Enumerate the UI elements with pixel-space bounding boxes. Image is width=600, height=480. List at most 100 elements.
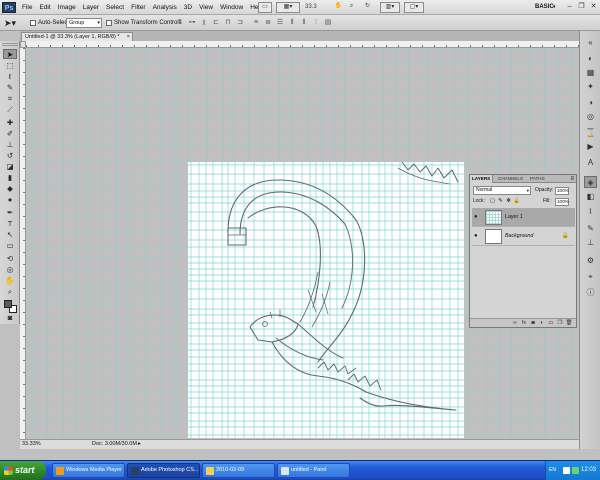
quick-selection-tool-icon[interactable]: ✎ xyxy=(3,83,17,93)
clone-source-panel-icon[interactable]: ⊥ xyxy=(584,237,597,249)
quick-mask-icon[interactable]: ◙ xyxy=(3,313,17,323)
menu-view[interactable]: View xyxy=(199,0,213,15)
task-paint[interactable]: untitled - Paint xyxy=(277,463,350,478)
delete-layer-icon[interactable]: 🗑 xyxy=(565,319,573,328)
crop-tool-icon[interactable]: ⌗ xyxy=(3,94,17,104)
pen-tool-icon[interactable]: ✒ xyxy=(3,208,17,218)
layer-row-layer-1[interactable]: ● Layer 1 xyxy=(472,208,575,227)
restore-icon[interactable]: ❐ xyxy=(576,2,587,12)
align-bottom-icon[interactable]: ⫫ xyxy=(199,18,209,28)
character-panel-icon[interactable]: A xyxy=(584,157,597,169)
menu-window[interactable]: Window xyxy=(220,0,243,15)
align-middle-icon[interactable]: ⊶ xyxy=(187,18,197,28)
align-right-icon[interactable]: ⊐ xyxy=(235,18,245,28)
actions-panel-icon[interactable]: ▶ xyxy=(584,141,597,153)
dodge-tool-icon[interactable]: ● xyxy=(3,195,17,205)
task-windows-media-player[interactable]: Windows Media Player xyxy=(52,463,125,478)
rotate-view-icon[interactable]: ↻ xyxy=(362,2,373,13)
document-image[interactable] xyxy=(188,162,464,438)
distribute-bottom-icon[interactable]: ☰ xyxy=(275,18,285,28)
opacity-input[interactable]: 100% xyxy=(555,187,569,195)
3d-rotate-tool-icon[interactable]: ⟲ xyxy=(3,254,17,264)
healing-brush-tool-icon[interactable]: ✚ xyxy=(3,118,17,128)
hand-tool-icon[interactable]: ✋ xyxy=(3,276,17,286)
auto-align-icon[interactable]: ▤ xyxy=(323,18,333,28)
language-indicator[interactable]: EN xyxy=(549,466,556,475)
eye-icon[interactable]: ● xyxy=(474,214,481,221)
tool-presets-panel-icon[interactable]: ⚙ xyxy=(584,255,597,267)
layers-panel-icon[interactable]: ◈ xyxy=(584,176,597,188)
tab-layers[interactable]: LAYERS xyxy=(470,175,494,183)
status-menu-arrow[interactable]: ▸ xyxy=(138,440,141,449)
task-folder[interactable]: 2010-02-09 xyxy=(202,463,275,478)
distribute-center-icon[interactable]: ⫴ xyxy=(299,18,309,28)
menu-filter[interactable]: Filter xyxy=(131,0,145,15)
channels-panel-icon[interactable]: ◧ xyxy=(584,191,597,203)
distribute-left-icon[interactable]: ⦀ xyxy=(287,18,297,28)
hand-tool-icon[interactable]: ✋ xyxy=(333,2,344,13)
masks-panel-icon[interactable]: ◎ xyxy=(584,111,597,123)
menu-edit[interactable]: Edit xyxy=(39,0,50,15)
lock-transparency-icon[interactable]: ▢ xyxy=(489,197,496,205)
new-group-icon[interactable]: ▭ xyxy=(547,319,555,328)
add-mask-icon[interactable]: ◙ xyxy=(529,319,537,328)
adjustment-layer-icon[interactable]: ◐ xyxy=(538,319,546,328)
status-zoom[interactable]: 33.33% xyxy=(22,440,41,449)
lock-all-icon[interactable]: 🔒 xyxy=(513,197,520,205)
swatches-panel-icon[interactable]: ▦ xyxy=(584,67,597,79)
adjustments-panel-icon[interactable]: ◑ xyxy=(584,97,597,109)
paths-panel-icon[interactable]: ⌇ xyxy=(584,206,597,218)
move-tool-preset-icon[interactable]: ➤▾ xyxy=(4,17,22,29)
horizontal-ruler[interactable] xyxy=(26,41,579,48)
distribute-middle-icon[interactable]: ≣ xyxy=(263,18,273,28)
tab-paths[interactable]: PATHS xyxy=(528,175,547,183)
menu-file[interactable]: File xyxy=(22,0,32,15)
zoom-tool-icon[interactable]: ⌕ xyxy=(346,2,357,13)
close-icon[interactable]: × xyxy=(127,33,130,41)
color-panel-icon[interactable]: ◐ xyxy=(584,53,597,65)
network-icon[interactable] xyxy=(572,467,579,474)
path-selection-tool-icon[interactable]: ↖ xyxy=(3,230,17,240)
info-panel-icon[interactable]: ⓘ xyxy=(584,287,597,299)
eraser-tool-icon[interactable]: ◪ xyxy=(3,162,17,172)
collapse-dock-icon[interactable]: « xyxy=(584,37,597,49)
lasso-tool-icon[interactable]: ℓ xyxy=(3,72,17,82)
zoom-tool-icon[interactable]: ⌕ xyxy=(3,287,17,297)
task-photoshop[interactable]: Adobe Photoshop CS... xyxy=(127,463,200,478)
arrange-documents-icon[interactable]: ▥▾ xyxy=(380,2,400,13)
workspace-switcher[interactable]: BASIC xyxy=(535,3,554,12)
eye-icon[interactable]: ● xyxy=(474,233,481,240)
screen-mode-icon[interactable]: ▢▾ xyxy=(404,2,424,13)
history-panel-icon[interactable]: ⌛ xyxy=(584,127,597,139)
menu-image[interactable]: Image xyxy=(58,0,76,15)
menu-select[interactable]: Select xyxy=(106,0,124,15)
navigator-panel-icon[interactable]: ⌖ xyxy=(584,271,597,283)
new-layer-icon[interactable]: ❐ xyxy=(556,319,564,328)
type-tool-icon[interactable]: T xyxy=(3,219,17,229)
tab-channels[interactable]: CHANNELS xyxy=(496,175,525,183)
brushes-panel-icon[interactable]: ✎ xyxy=(584,223,597,235)
shape-tool-icon[interactable]: ▭ xyxy=(3,241,17,251)
bridge-icon[interactable]: ▭ xyxy=(258,2,272,13)
align-left-icon[interactable]: ⊏ xyxy=(211,18,221,28)
lock-position-icon[interactable]: ✥ xyxy=(505,197,512,205)
fill-input[interactable]: 100% xyxy=(555,198,569,206)
align-center-icon[interactable]: ⊓ xyxy=(223,18,233,28)
zoom-level[interactable]: 33.3 xyxy=(305,3,317,12)
menu-analysis[interactable]: Analysis xyxy=(153,0,177,15)
styles-panel-icon[interactable]: ✦ xyxy=(584,81,597,93)
distribute-right-icon[interactable]: ⦙ xyxy=(311,18,321,28)
marquee-tool-icon[interactable]: ⬚ xyxy=(3,61,17,71)
document-tab[interactable]: Untitled-1 @ 33.3% (Layer 1, RGB/8) * × xyxy=(21,32,133,41)
blend-mode-dropdown[interactable]: Normal ▾ xyxy=(473,186,531,195)
toolbox-grip[interactable] xyxy=(2,43,18,46)
clone-stamp-tool-icon[interactable]: ⊥ xyxy=(3,140,17,150)
3d-orbit-tool-icon[interactable]: ◎ xyxy=(3,265,17,275)
blur-tool-icon[interactable]: ◆ xyxy=(3,184,17,194)
menu-layer[interactable]: Layer xyxy=(83,0,99,15)
eyedropper-tool-icon[interactable]: ⟋ xyxy=(3,105,17,115)
layer-row-background[interactable]: ● Background 🔒 xyxy=(472,227,575,246)
history-brush-tool-icon[interactable]: ↺ xyxy=(3,151,17,161)
minimize-icon[interactable]: – xyxy=(564,2,575,12)
align-top-icon[interactable]: ⫪ xyxy=(175,18,185,28)
